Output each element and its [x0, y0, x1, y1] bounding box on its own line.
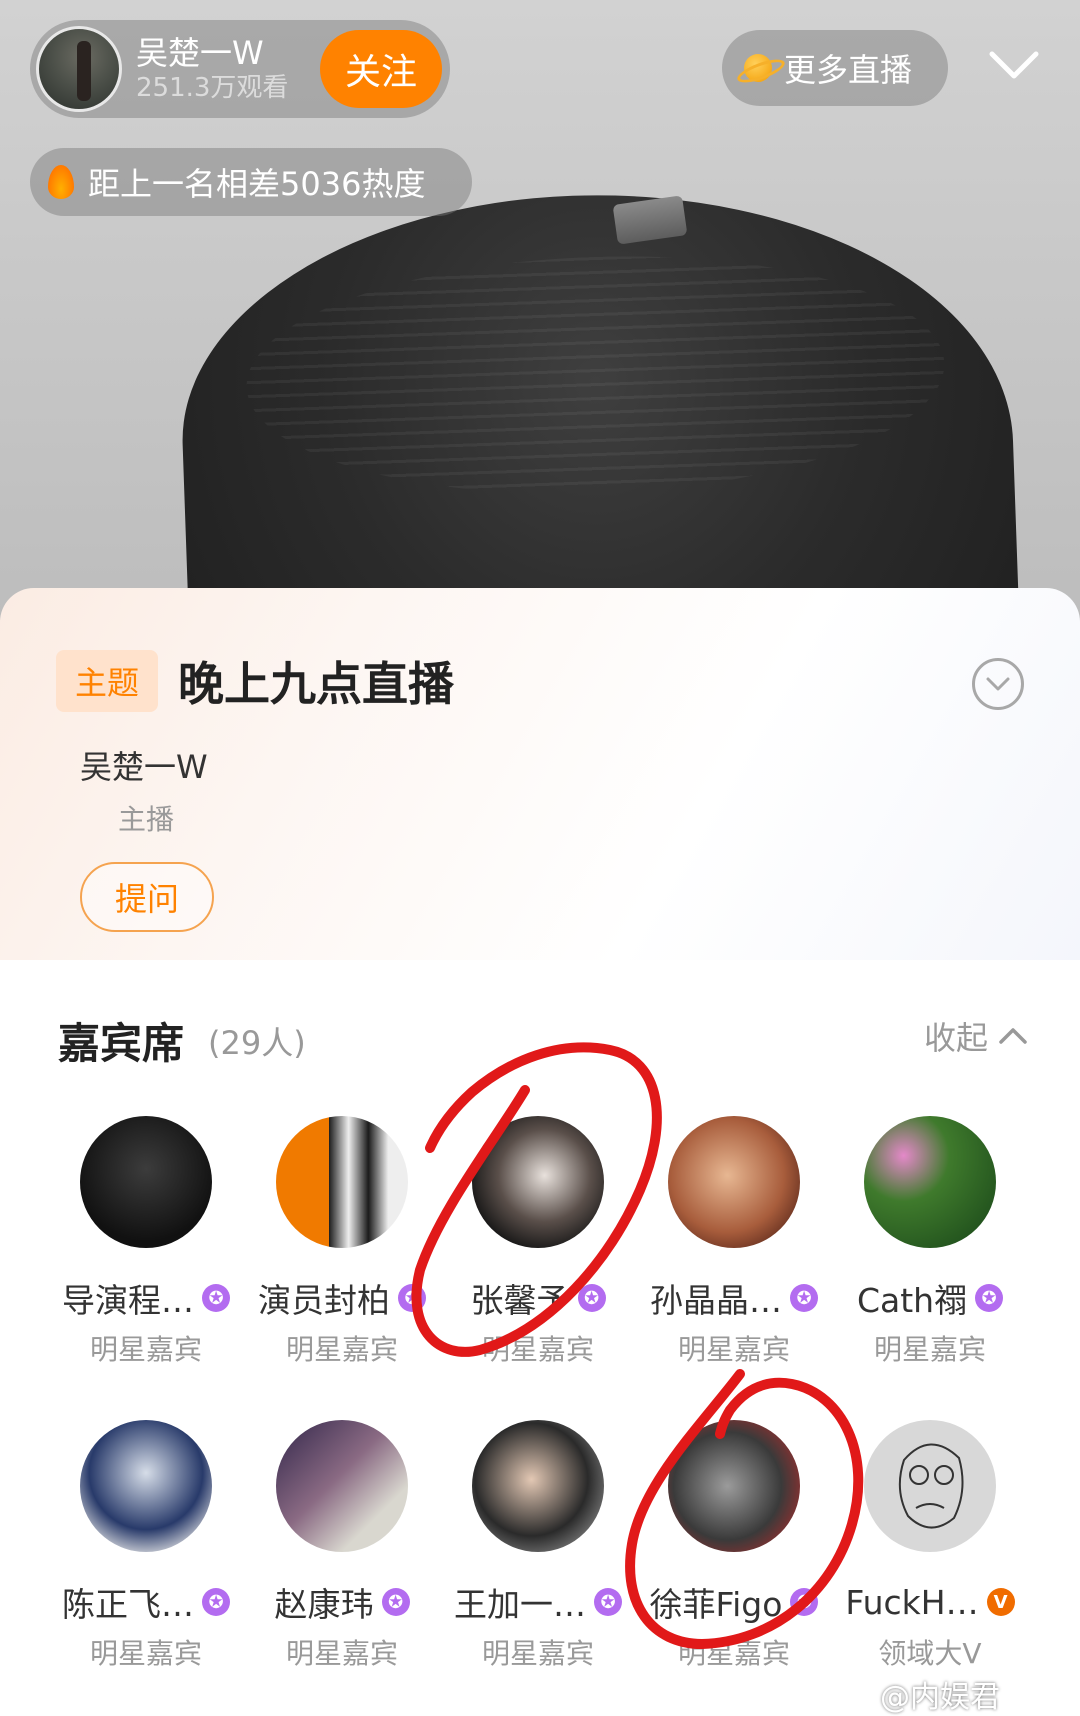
guest-name: 徐菲Figo	[649, 1585, 783, 1624]
guest-card[interactable]: 陈正飞… ✪ 明星嘉宾	[48, 1420, 244, 1672]
guest-section-title: 嘉宾席	[58, 1019, 185, 1068]
guest-card[interactable]: FuckH… V 领域大V	[832, 1420, 1028, 1672]
host-info-pill[interactable]: 吴楚一W 251.3万观看 关注	[30, 20, 450, 118]
guest-name: 演员封柏	[258, 1281, 390, 1320]
star-badge-icon: ✪	[594, 1588, 622, 1616]
chevron-down-icon[interactable]	[988, 48, 1040, 82]
collapse-guests-button[interactable]: 收起	[924, 1016, 1028, 1057]
guest-role: 明星嘉宾	[481, 1333, 594, 1366]
guest-card[interactable]: 徐菲Figo ✪ 明星嘉宾	[636, 1420, 832, 1672]
guest-role: 明星嘉宾	[285, 1637, 398, 1670]
planet-icon	[738, 48, 778, 88]
more-live-label: 更多直播	[784, 51, 913, 89]
topic-title: 晚上九点直播	[178, 657, 454, 711]
guest-name: 张馨予	[470, 1281, 570, 1320]
star-badge-icon: ✪	[975, 1284, 1004, 1312]
guest-name: 导演程…	[62, 1281, 194, 1320]
guest-card[interactable]: Cath禤 ✪ 明星嘉宾	[832, 1116, 1028, 1368]
topic-tag: 主题	[56, 650, 158, 712]
guest-card[interactable]: 孙晶晶… ✪ 明星嘉宾	[636, 1116, 832, 1368]
watermark: @内娱君	[880, 1680, 1000, 1715]
anchor-name[interactable]: 吴楚一W	[80, 742, 208, 788]
anchor-role: 主播	[118, 803, 175, 836]
chevron-up-icon	[999, 1028, 1027, 1044]
star-badge-icon: ✪	[790, 1588, 819, 1616]
guest-card[interactable]: 张馨予 ✪ 明星嘉宾	[440, 1116, 636, 1368]
guest-card[interactable]: 导演程… ✪ 明星嘉宾	[48, 1116, 244, 1368]
guest-count: (29人)	[208, 1024, 306, 1062]
guest-avatar[interactable]	[276, 1116, 408, 1248]
guest-card[interactable]: 演员封柏 ✪ 明星嘉宾	[244, 1116, 440, 1368]
heat-rank-pill[interactable]: 距上一名相差5036热度	[30, 148, 472, 216]
guest-avatar[interactable]	[80, 1420, 212, 1552]
verified-v-icon: V	[986, 1588, 1015, 1616]
ask-question-button[interactable]: 提问	[80, 862, 214, 932]
host-name: 吴楚一W	[136, 34, 264, 72]
guest-avatar[interactable]	[864, 1116, 996, 1248]
collapse-label: 收起	[924, 1019, 989, 1057]
guest-name: 赵康玮	[274, 1585, 374, 1624]
star-badge-icon: ✪	[202, 1588, 230, 1616]
video-subject	[174, 180, 1026, 620]
host-info: 吴楚一W 251.3万观看	[136, 34, 296, 104]
star-badge-icon: ✪	[790, 1284, 818, 1312]
star-badge-icon: ✪	[202, 1284, 230, 1312]
guest-name: 王加一…	[454, 1585, 586, 1624]
guest-role: 明星嘉宾	[873, 1333, 986, 1366]
more-live-button[interactable]: 更多直播	[722, 30, 948, 106]
guest-avatar[interactable]	[80, 1116, 212, 1248]
sketch-face-icon	[898, 1443, 964, 1529]
host-view-count: 251.3万观看	[136, 73, 289, 103]
guest-avatar[interactable]	[472, 1420, 604, 1552]
star-badge-icon: ✪	[577, 1284, 606, 1312]
host-avatar[interactable]	[36, 26, 122, 112]
guest-avatar[interactable]	[276, 1420, 408, 1552]
guest-avatar[interactable]	[864, 1420, 996, 1552]
guest-role: 明星嘉宾	[481, 1637, 594, 1670]
heat-rank-text: 距上一名相差5036热度	[88, 165, 426, 203]
guest-name: FuckH…	[845, 1582, 979, 1622]
guest-card[interactable]: 王加一… ✪ 明星嘉宾	[440, 1420, 636, 1672]
guest-avatar[interactable]	[472, 1116, 604, 1248]
guest-role: 明星嘉宾	[677, 1333, 790, 1366]
expand-toggle-button[interactable]	[972, 658, 1024, 710]
guest-role: 明星嘉宾	[89, 1333, 202, 1366]
star-badge-icon: ✪	[398, 1284, 426, 1312]
star-badge-icon: ✪	[381, 1588, 410, 1616]
guest-name: 孙晶晶…	[650, 1281, 782, 1320]
chevron-down-icon	[986, 677, 1010, 691]
guest-role: 明星嘉宾	[677, 1637, 790, 1670]
guest-role: 明星嘉宾	[285, 1333, 398, 1366]
guest-role: 领域大V	[878, 1637, 982, 1670]
guest-name: 陈正飞…	[62, 1585, 194, 1624]
follow-button[interactable]: 关注	[320, 30, 442, 108]
guest-card[interactable]: 赵康玮 ✪ 明星嘉宾	[244, 1420, 440, 1672]
guest-name: Cath禤	[856, 1281, 968, 1320]
guest-avatar[interactable]	[668, 1420, 800, 1552]
flame-icon	[48, 165, 74, 199]
guest-role: 明星嘉宾	[89, 1637, 202, 1670]
guest-avatar[interactable]	[668, 1116, 800, 1248]
